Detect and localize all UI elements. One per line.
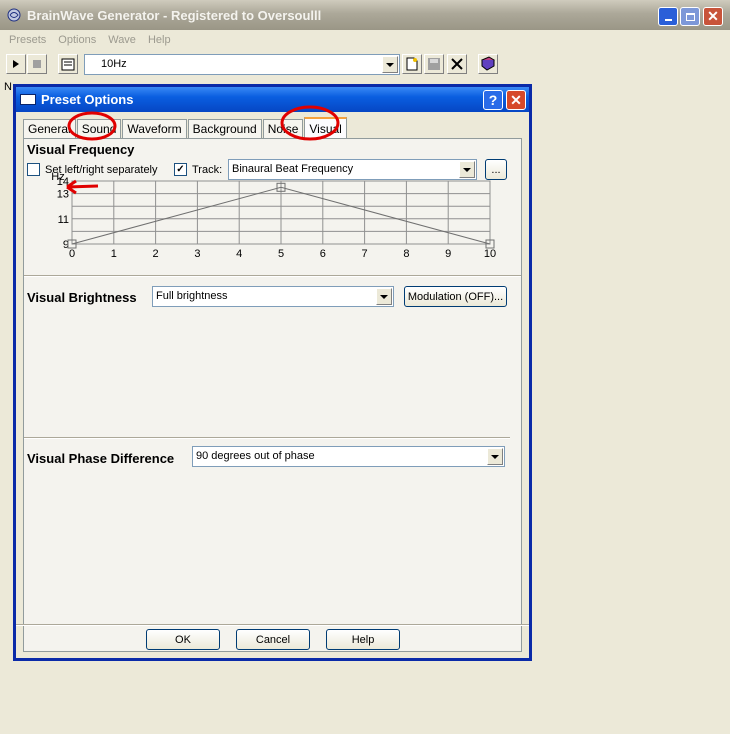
chart-x-tick-label: 4: [236, 248, 242, 260]
brightness-select[interactable]: Full brightness: [152, 286, 394, 307]
menubar: Presets Options Wave Help: [0, 30, 730, 50]
stray-text: N: [4, 81, 12, 93]
toolbar: 10Hz: [0, 52, 730, 78]
footer-separator: [16, 624, 529, 626]
dialog-close-button[interactable]: ✕: [506, 90, 526, 110]
book-icon: [481, 56, 495, 71]
dialog-help-button[interactable]: ?: [483, 90, 503, 110]
tab-sound[interactable]: Sound: [76, 119, 122, 138]
tab-visual[interactable]: Visual: [304, 117, 347, 139]
new-document-icon: [406, 57, 418, 71]
menu-options[interactable]: Options: [58, 34, 96, 46]
tab-background[interactable]: Background: [187, 119, 262, 138]
frequency-chart[interactable]: 0 1 2 3 4 5 6 7 8 9 109111314Hz: [34, 169, 514, 269]
chevron-down-icon[interactable]: [382, 56, 398, 73]
menu-wave[interactable]: Wave: [108, 34, 136, 46]
chart-x-tick-label: 0: [69, 248, 75, 260]
separator: [24, 275, 521, 277]
ok-button[interactable]: OK: [146, 629, 220, 650]
save-icon: [428, 58, 440, 70]
separator: [24, 437, 510, 439]
properties-button[interactable]: [58, 54, 78, 74]
play-button[interactable]: [6, 54, 26, 74]
chart-x-tick-label: 8: [403, 248, 409, 260]
cancel-button[interactable]: Cancel: [236, 629, 310, 650]
properties-icon: [61, 58, 75, 71]
chart-y-tick-label: 11: [58, 214, 69, 226]
chart-x-tick-label: 5: [278, 248, 284, 260]
tab-strip: General Sound Waveform Background Noise …: [23, 116, 348, 139]
book-button[interactable]: [478, 54, 498, 74]
chart-y-axis-label: Hz: [51, 171, 64, 183]
preset-value: 10Hz: [101, 58, 127, 70]
close-icon: ✕: [707, 8, 719, 24]
visual-phase-heading: Visual Phase Difference: [27, 451, 175, 466]
play-icon: [13, 60, 19, 68]
tab-waveform[interactable]: Waveform: [122, 119, 187, 138]
delete-button[interactable]: [447, 54, 467, 74]
close-button[interactable]: ✕: [703, 7, 723, 26]
brain-icon: [7, 8, 21, 22]
maximize-icon: [685, 12, 695, 21]
dialog-title-bar: Preset Options ? ✕: [16, 87, 529, 112]
minimize-button[interactable]: [658, 7, 678, 26]
chart-x-tick-label: 2: [153, 248, 159, 260]
chart-x-tick-label: 1: [111, 248, 117, 260]
menu-presets[interactable]: Presets: [9, 34, 46, 46]
chevron-down-icon[interactable]: [376, 288, 392, 305]
modulation-button[interactable]: Modulation (OFF)...: [404, 286, 507, 307]
save-button[interactable]: [424, 54, 444, 74]
dialog-title: Preset Options: [41, 92, 134, 107]
stop-button[interactable]: [27, 54, 47, 74]
new-preset-button[interactable]: [402, 54, 422, 74]
brightness-value: Full brightness: [156, 290, 228, 302]
visual-frequency-heading: Visual Frequency: [27, 142, 135, 157]
stop-icon: [33, 60, 41, 68]
minimize-icon: [664, 19, 672, 21]
delete-icon: [451, 58, 463, 70]
chevron-down-icon[interactable]: [487, 448, 503, 465]
chart-x-tick-label: 3: [194, 248, 200, 260]
main-title-bar: BrainWave Generator - Registered to Over…: [0, 0, 730, 30]
maximize-button[interactable]: [680, 7, 700, 26]
visual-brightness-heading: Visual Brightness: [27, 290, 137, 305]
menu-help[interactable]: Help: [148, 34, 171, 46]
app-title: BrainWave Generator - Registered to Over…: [27, 7, 322, 23]
preset-select[interactable]: 10Hz: [84, 54, 400, 75]
preset-options-dialog: Preset Options ? ✕ General Sound Wavefor…: [13, 84, 532, 661]
visual-tab-panel: Visual Frequency Set left/right separate…: [23, 138, 522, 652]
chart-x-tick-label: 7: [362, 248, 368, 260]
chart-x-tick-label: 6: [320, 248, 326, 260]
chart-y-tick-label: 13: [57, 189, 69, 201]
phase-select[interactable]: 90 degrees out of phase: [192, 446, 505, 467]
tab-general[interactable]: General: [23, 119, 76, 138]
phase-value: 90 degrees out of phase: [196, 450, 315, 462]
window-icon: [20, 94, 36, 105]
dialog-body: General Sound Waveform Background Noise …: [16, 112, 529, 658]
tab-noise[interactable]: Noise: [262, 119, 304, 138]
help-button[interactable]: Help: [326, 629, 400, 650]
chart-x-tick-label: 9: [445, 248, 451, 260]
chart-x-tick-label: 10: [484, 248, 496, 260]
